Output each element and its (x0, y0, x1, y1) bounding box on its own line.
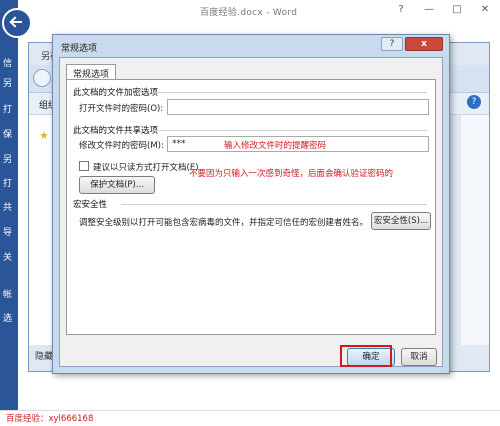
options-panel: 此文档的文件加密选项 打开文件时的密码(O): 此文档的文件共享选项 修改文件时… (66, 79, 436, 335)
divider (121, 204, 427, 205)
hide-folders-toggle[interactable]: 隐藏 (35, 349, 53, 362)
macro-security-button[interactable]: 宏安全性(S)... (371, 212, 431, 230)
protect-document-button[interactable]: 保护文档(P)... (79, 176, 155, 194)
file-list-edge (461, 115, 489, 345)
readonly-hint: 不要因为只输入一次感到奇怪，后面会确认验证密码的 (189, 169, 394, 179)
rail-item-options[interactable]: 选 (3, 311, 12, 324)
rail-item-account[interactable]: 帐 (3, 287, 12, 300)
macro-group-label: 宏安全性 (73, 200, 108, 210)
ok-highlight-box (340, 345, 392, 367)
general-options-dialog: 常规选项 ? x 常规选项 此文档的文件加密选项 打开文件时的密码(O): 此文… (52, 34, 450, 374)
tab-general-options[interactable]: 常规选项 (66, 64, 117, 80)
divider (153, 92, 427, 93)
help-icon[interactable]: ? (390, 0, 412, 18)
macro-description: 调整安全级别以打开可能包含宏病毒的文件，并指定可信任的宏创建者姓名。 (79, 218, 369, 228)
rail-item-info[interactable]: 信 (3, 56, 12, 69)
rail-item-export[interactable]: 导 (3, 225, 12, 238)
cancel-button[interactable]: 取消 (401, 348, 437, 366)
minimize-icon[interactable]: — (418, 0, 440, 18)
rail-item-open[interactable]: 打 (3, 102, 12, 115)
saveas-help-icon[interactable]: ? (467, 95, 481, 109)
readonly-label: 建议以只读方式打开文档(E) (93, 163, 199, 173)
modify-password-field[interactable]: *** 输入修改文件时的提醒密码 (167, 136, 429, 152)
dialog-body: 常规选项 此文档的文件加密选项 打开文件时的密码(O): 此文档的文件共享选项 … (59, 57, 443, 367)
window-controls: ? — □ ✕ (390, 0, 496, 18)
rail-item-saveas[interactable]: 另 (3, 152, 12, 165)
rail-item-close[interactable]: 关 (3, 250, 12, 263)
rail-item-new[interactable]: 另 (3, 76, 12, 89)
nav-back-icon[interactable] (33, 69, 51, 87)
open-password-field[interactable] (167, 99, 429, 115)
back-arrow-icon[interactable] (2, 8, 32, 38)
open-password-label: 打开文件时的密码(O): (79, 104, 164, 114)
rail-item-save[interactable]: 保 (3, 127, 12, 140)
modify-password-label: 修改文件时的密码(M): (79, 141, 164, 151)
watermark-text: 百度经验：xyl666168 (6, 414, 94, 424)
divider (153, 130, 427, 131)
rail-item-print[interactable]: 打 (3, 176, 12, 189)
dialog-title: 常规选项 (61, 44, 98, 54)
share-group-label: 此文档的文件共享选项 (73, 126, 159, 136)
readonly-checkbox[interactable] (79, 161, 89, 171)
maximize-icon[interactable]: □ (446, 0, 468, 18)
encrypt-group-label: 此文档的文件加密选项 (73, 88, 159, 98)
favorites-star-icon: ★ (39, 129, 49, 142)
dialog-controls: ? x (381, 37, 443, 51)
dialog-close-icon[interactable]: x (405, 37, 443, 51)
modify-password-value: *** (172, 139, 186, 149)
close-icon[interactable]: ✕ (474, 0, 496, 18)
rail-item-share[interactable]: 共 (3, 200, 12, 213)
modify-password-hint: 输入修改文件时的提醒密码 (224, 141, 327, 151)
dialog-help-icon[interactable]: ? (381, 37, 403, 51)
window-title: 百度经验.docx - Word (200, 8, 298, 18)
